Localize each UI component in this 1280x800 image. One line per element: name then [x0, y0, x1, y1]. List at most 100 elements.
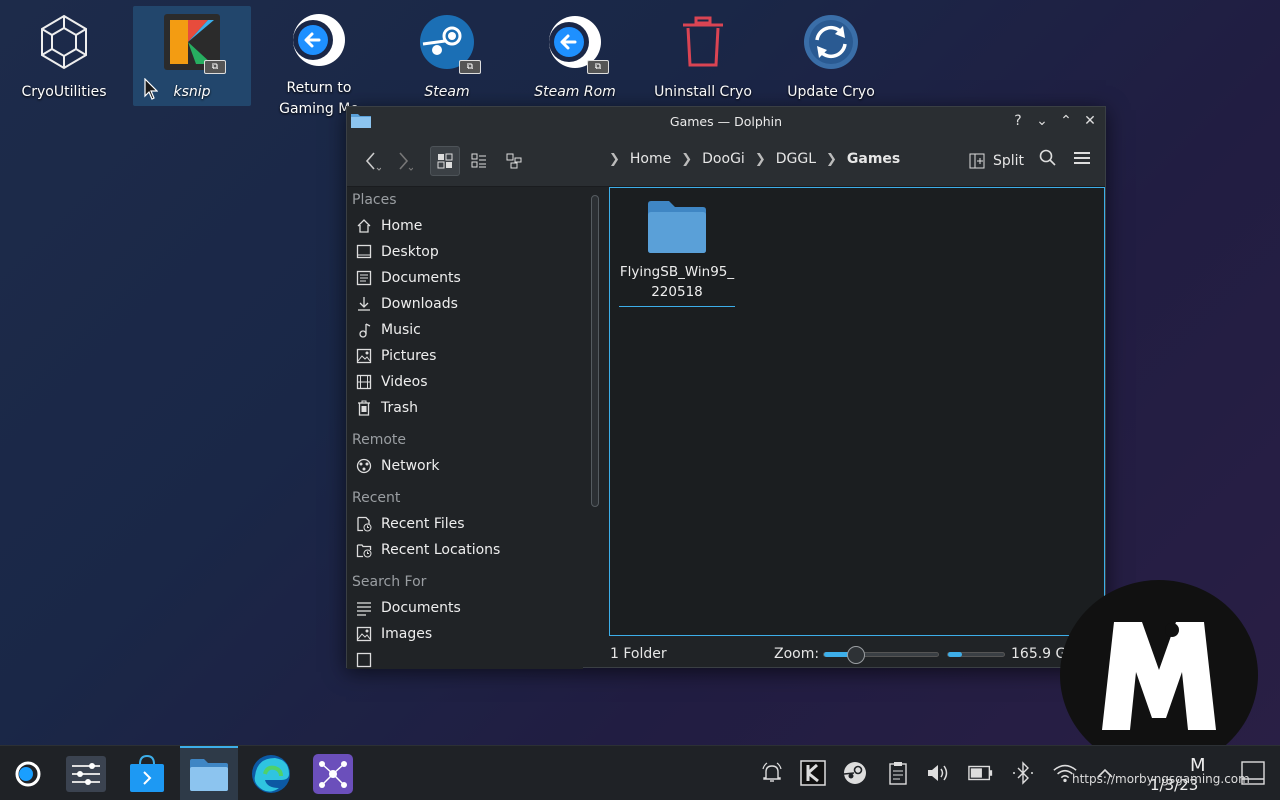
minimize-button[interactable]: ⌄	[1033, 111, 1051, 131]
folder-name: FlyingSB_Win95_ 220518	[619, 264, 735, 300]
icons-view-button[interactable]	[430, 146, 460, 176]
place-label: Videos	[381, 374, 428, 390]
breadcrumb-separator-icon: ❯	[754, 151, 766, 167]
desktop-icon-cryoutilities[interactable]: CryoUtilities	[5, 6, 123, 106]
hamburger-menu-button[interactable]	[1073, 149, 1091, 171]
compact-view-button[interactable]	[464, 146, 494, 176]
places-panel: Places Home Desktop Documents Downloads …	[347, 187, 583, 669]
taskbar-discover[interactable]	[118, 746, 176, 800]
update-refresh-icon	[801, 12, 861, 72]
trash-can-icon	[673, 12, 733, 72]
breadcrumb-games[interactable]: Games	[847, 151, 900, 167]
place-desktop[interactable]: Desktop	[347, 239, 583, 265]
breadcrumb-doogi[interactable]: DooGi	[702, 151, 745, 167]
details-view-icon	[506, 153, 522, 169]
back-arrow-icon	[365, 152, 381, 171]
shortcut-badge-icon: ⧉	[459, 60, 481, 74]
steam-tray-icon[interactable]	[842, 760, 868, 786]
recent-locations-icon	[355, 541, 373, 559]
split-view-icon	[969, 153, 985, 169]
place-label: Images	[381, 626, 433, 642]
desktop-icon-update-cryo[interactable]: Update Cryo	[772, 6, 890, 106]
desktop-icon-uninstall-cryo[interactable]: Uninstall Cryo	[644, 6, 762, 106]
notifications-bell-icon[interactable]	[759, 760, 785, 786]
desktop-icon	[355, 243, 373, 261]
place-home[interactable]: Home	[347, 213, 583, 239]
bluetooth-icon[interactable]	[1010, 760, 1036, 786]
zoom-slider[interactable]	[823, 646, 939, 664]
place-label: Trash	[381, 400, 418, 416]
place-trash[interactable]: Trash	[347, 395, 583, 421]
close-button[interactable]: ✕	[1081, 111, 1099, 131]
breadcrumb: ❯ Home ❯ DooGi ❯ DGGL ❯ Games	[609, 151, 900, 167]
recent-files-icon	[355, 515, 373, 533]
search-images-icon	[355, 625, 373, 643]
shortcut-badge-icon: ⧉	[587, 60, 609, 74]
return-arrow-icon	[289, 12, 349, 68]
volume-icon[interactable]	[926, 760, 952, 786]
status-bar: 1 Folder Zoom: 165.9 Gi	[609, 641, 1105, 667]
details-view-button[interactable]	[499, 146, 529, 176]
application-launcher[interactable]	[0, 746, 56, 800]
search-button[interactable]	[1039, 149, 1057, 171]
split-button[interactable]: Split	[969, 148, 1024, 174]
home-icon	[355, 217, 373, 235]
battery-icon[interactable]	[968, 760, 994, 786]
place-network[interactable]: Network	[347, 453, 583, 479]
help-button[interactable]: ?	[1009, 111, 1027, 131]
folder-item[interactable]: FlyingSB_Win95_ 220518	[618, 200, 736, 307]
desktop-icon-return-gaming[interactable]: Return to Gaming Mo	[260, 6, 378, 117]
taskbar-settings[interactable]	[57, 746, 115, 800]
item-count: 1 Folder	[610, 646, 667, 662]
desktop-icon-steam-rom[interactable]: ⧉ Steam Rom	[516, 6, 634, 106]
place-documents[interactable]: Documents	[347, 265, 583, 291]
watermark-url: https://morbyngsgaming.com	[1072, 772, 1250, 786]
place-label: Network	[381, 458, 440, 474]
window-title: Games — Dolphin	[669, 113, 783, 129]
place-search-documents[interactable]: Documents	[347, 595, 583, 621]
desktop-icon-steam[interactable]: ⧉ Steam	[388, 6, 506, 106]
back-button[interactable]	[357, 146, 387, 176]
clipboard-icon[interactable]	[885, 760, 911, 786]
watermark-m-logo	[1102, 622, 1216, 730]
place-search-images[interactable]: Images	[347, 621, 583, 647]
place-pictures[interactable]: Pictures	[347, 343, 583, 369]
section-header-remote: Remote	[352, 432, 407, 448]
taskbar-edge[interactable]	[242, 746, 300, 800]
zoom-slider-handle[interactable]	[846, 646, 865, 664]
ksnip-tray-icon[interactable]	[800, 760, 826, 786]
place-label: Documents	[381, 600, 461, 616]
free-space-bar	[947, 652, 1005, 657]
place-recent-locations[interactable]: Recent Locations	[347, 537, 583, 563]
mouse-cursor-icon	[144, 78, 158, 100]
free-space-fill	[948, 652, 962, 657]
taskbar-dolphin[interactable]	[180, 746, 238, 800]
cryoutilities-icon	[34, 12, 94, 72]
ksnip-icon: ⧉	[162, 12, 226, 74]
place-label: Documents	[381, 270, 461, 286]
place-label: Desktop	[381, 244, 439, 260]
breadcrumb-separator-icon: ❯	[826, 151, 837, 167]
places-scrollbar[interactable]	[591, 195, 599, 507]
place-videos[interactable]: Videos	[347, 369, 583, 395]
place-music[interactable]: Music	[347, 317, 583, 343]
maximize-button[interactable]: ⌃	[1057, 111, 1075, 131]
section-header-search-for: Search For	[352, 574, 427, 590]
section-header-places: Places	[352, 192, 397, 208]
pictures-icon	[355, 347, 373, 365]
breadcrumb-dggl[interactable]: DGGL	[776, 151, 816, 167]
forward-button[interactable]	[389, 146, 419, 176]
place-downloads[interactable]: Downloads	[347, 291, 583, 317]
file-view[interactable]: FlyingSB_Win95_ 220518	[609, 187, 1105, 636]
place-partial-item[interactable]	[347, 647, 583, 669]
watermark-logo	[1060, 580, 1258, 770]
discover-store-icon	[130, 754, 164, 792]
place-recent-files[interactable]: Recent Files	[347, 511, 583, 537]
breadcrumb-home[interactable]: Home	[630, 151, 671, 167]
search-icon	[1039, 149, 1056, 166]
hamburger-menu-icon	[1074, 152, 1090, 164]
desktop-icon-label: ksnip	[173, 84, 211, 100]
taskbar-kdeconnect[interactable]	[304, 746, 362, 800]
documents-icon	[355, 269, 373, 287]
window-titlebar[interactable]: Games — Dolphin ? ⌄ ⌃ ✕	[347, 107, 1105, 135]
